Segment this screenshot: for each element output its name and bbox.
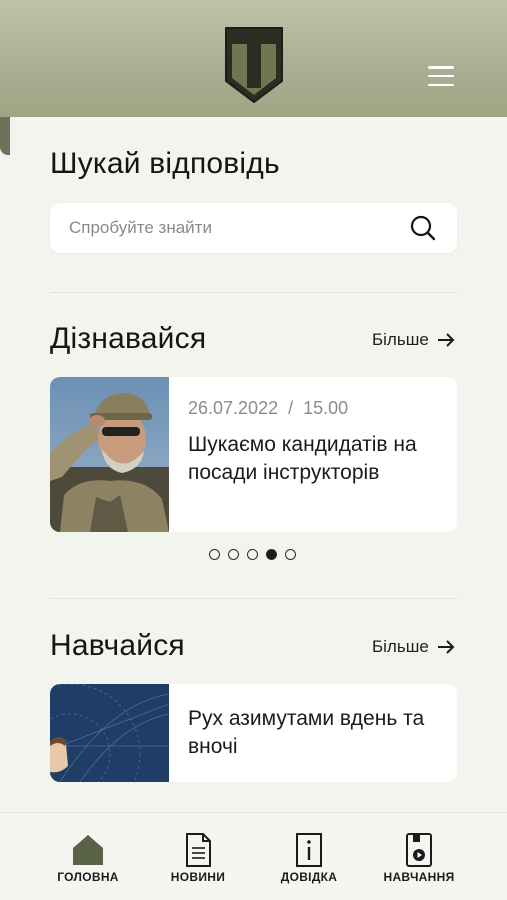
news-title: Шукаємо кандидатів на посади інструкторі… [188, 433, 417, 484]
nav-item-home[interactable]: ГОЛОВНА [33, 813, 143, 900]
hamburger-menu-icon[interactable] [428, 66, 454, 86]
more-link-label: Більше [372, 637, 429, 656]
learn-item-title: Рух азимутами вдень та вночі [188, 707, 425, 758]
nav-item-learning[interactable]: НАВЧАННЯ [364, 813, 474, 900]
news-photo-soldier-saluting [50, 377, 169, 532]
carousel-dot[interactable] [228, 549, 239, 560]
shield-logo-icon[interactable] [223, 25, 285, 105]
arrow-right-icon [437, 640, 455, 654]
search-box [50, 203, 457, 253]
learn-illustration-azimuth-map [50, 684, 169, 782]
news-date: 26.07.2022 / 15.00 [188, 398, 349, 418]
nav-label: ДОВІДКА [280, 870, 338, 884]
home-icon [73, 835, 103, 865]
nav-label: НОВИНИ [170, 870, 226, 884]
document-icon [186, 833, 211, 867]
discover-section-title: Дізнавайся [50, 322, 207, 355]
bottom-navigation: ГОЛОВНА НОВИНИ ДОВІДКА НАВЧАННЯ [0, 812, 507, 900]
news-card[interactable]: 26.07.2022 / 15.00 Шукаємо кандидатів на… [50, 377, 457, 532]
play-book-icon [406, 833, 432, 867]
search-input[interactable] [69, 203, 399, 253]
learn-section-title: Навчайся [50, 629, 185, 662]
carousel-dots [209, 549, 296, 560]
carousel-dot[interactable] [247, 549, 258, 560]
learn-more-link[interactable]: Більше [372, 637, 455, 657]
divider [50, 598, 457, 599]
carousel-dot[interactable] [209, 549, 220, 560]
nav-item-news[interactable]: НОВИНИ [143, 813, 253, 900]
info-icon [296, 833, 322, 867]
nav-label: ГОЛОВНА [57, 870, 119, 884]
search-icon[interactable] [410, 215, 436, 241]
learn-card[interactable]: Рух азимутами вдень та вночі [50, 684, 457, 782]
carousel-dot[interactable] [285, 549, 296, 560]
search-section-title: Шукай відповідь [50, 147, 280, 180]
carousel-dot-active[interactable] [266, 549, 277, 560]
discover-more-link[interactable]: Більше [372, 330, 455, 350]
nav-item-reference[interactable]: ДОВІДКА [254, 813, 364, 900]
arrow-right-icon [437, 333, 455, 347]
nav-label: НАВЧАННЯ [383, 870, 455, 884]
divider [50, 292, 457, 293]
app-header [0, 0, 507, 117]
more-link-label: Більше [372, 330, 429, 349]
